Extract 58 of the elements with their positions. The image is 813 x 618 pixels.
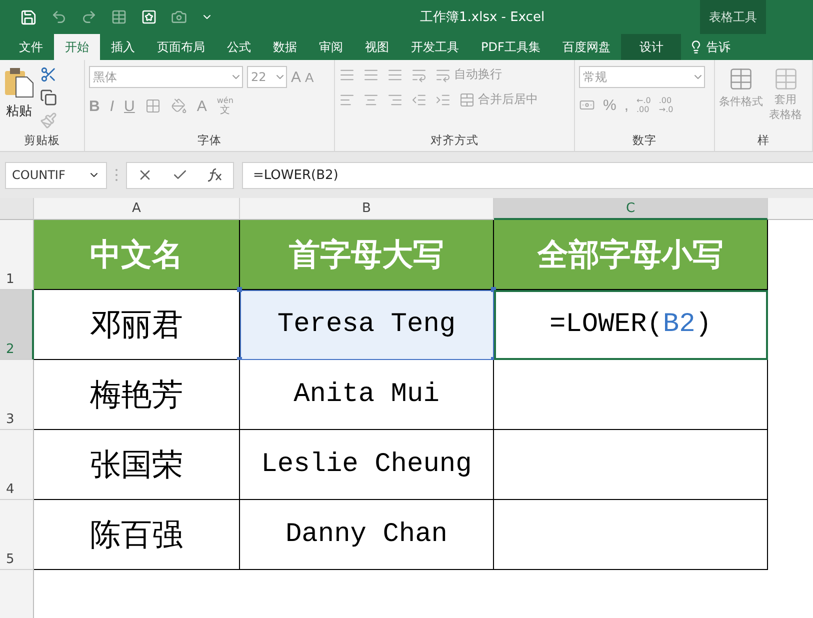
ribbon-tab[interactable]: 开始 bbox=[54, 34, 100, 60]
window-title: 工作簿1.xlsx - Excel bbox=[420, 9, 545, 26]
table-icon[interactable] bbox=[772, 66, 798, 92]
fill-color-icon[interactable] bbox=[170, 98, 187, 114]
merge-cells-icon[interactable] bbox=[459, 92, 475, 108]
format-painter-icon[interactable] bbox=[40, 112, 57, 129]
group-label: 字体 bbox=[196, 132, 222, 149]
ribbon-tab[interactable]: 插入 bbox=[100, 34, 146, 60]
ribbon-tab[interactable]: 设计 bbox=[621, 34, 682, 60]
row-header[interactable]: 3 bbox=[0, 360, 34, 430]
group-label: 数字 bbox=[632, 132, 658, 149]
row-header[interactable]: 1 bbox=[0, 220, 34, 290]
column-header[interactable]: C bbox=[494, 198, 768, 220]
paste-icon[interactable] bbox=[4, 66, 34, 98]
function-icon[interactable] bbox=[207, 168, 224, 182]
redo-icon[interactable] bbox=[81, 9, 97, 25]
table-cell[interactable]: 陈百强 bbox=[34, 500, 240, 570]
group-label: 样 bbox=[756, 132, 770, 149]
group-label: 对齐方式 bbox=[430, 132, 480, 149]
table-cell[interactable]: Danny Chan bbox=[240, 500, 494, 570]
ribbon-tab[interactable]: 数据 bbox=[262, 34, 308, 60]
column-header[interactable]: A bbox=[34, 198, 240, 220]
table-cell[interactable]: 梅艳芳 bbox=[34, 360, 240, 430]
tell-me-link[interactable]: 告诉 bbox=[689, 34, 730, 60]
formula-cell[interactable]: =LOWER(B2) bbox=[494, 290, 768, 360]
ribbon-tab[interactable]: PDF工具集 bbox=[470, 34, 552, 60]
ribbon-tab[interactable]: 文件 bbox=[8, 34, 54, 60]
table-cell[interactable]: 张国荣 bbox=[34, 430, 240, 500]
row-header[interactable]: 2 bbox=[0, 290, 34, 360]
table-cell[interactable]: Anita Mui bbox=[240, 360, 494, 430]
ribbon-tab[interactable]: 百度网盘 bbox=[551, 34, 622, 60]
table-cell[interactable]: Leslie Cheung bbox=[240, 430, 494, 500]
select-all-corner[interactable] bbox=[0, 198, 34, 220]
context-label: 表格工具 bbox=[700, 0, 766, 34]
table-icon[interactable] bbox=[111, 9, 127, 25]
table-cell[interactable]: Teresa Teng bbox=[240, 290, 494, 360]
ribbon-tab[interactable]: 视图 bbox=[354, 34, 400, 60]
ribbon-tab[interactable]: 审阅 bbox=[308, 34, 354, 60]
grip-icon bbox=[115, 168, 118, 182]
undo-icon[interactable] bbox=[51, 9, 67, 25]
camera-icon[interactable] bbox=[171, 9, 187, 25]
formula-field[interactable]: =LOWER(B2) bbox=[242, 162, 813, 188]
name-box[interactable]: COUNTIF bbox=[5, 162, 107, 188]
ribbon-tab[interactable]: 开发工具 bbox=[400, 34, 470, 60]
paste-label: 粘贴 bbox=[6, 103, 32, 120]
group-label: 剪贴板 bbox=[23, 132, 61, 149]
star-folder-icon[interactable] bbox=[141, 9, 157, 25]
ribbon-tab[interactable]: 页面布局 bbox=[146, 34, 216, 60]
row-header[interactable]: 4 bbox=[0, 430, 34, 500]
column-header[interactable]: B bbox=[240, 198, 494, 220]
copy-icon[interactable] bbox=[40, 89, 57, 106]
borders-icon[interactable] bbox=[144, 98, 161, 114]
save-icon[interactable] bbox=[20, 8, 37, 26]
scissors-icon[interactable] bbox=[40, 66, 57, 83]
ribbon-tab[interactable]: 公式 bbox=[216, 34, 262, 60]
table-icon[interactable] bbox=[728, 66, 754, 92]
table-cell[interactable]: 邓丽君 bbox=[34, 290, 240, 360]
row-header[interactable]: 5 bbox=[0, 500, 34, 570]
